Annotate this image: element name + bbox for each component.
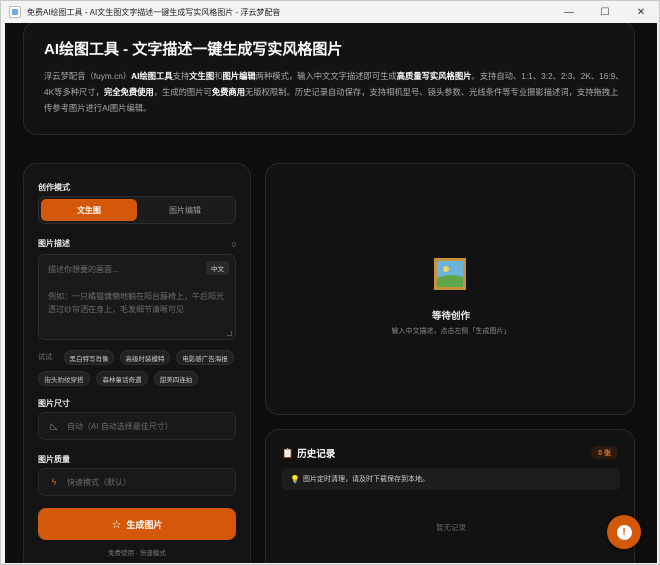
lightbulb-icon: 💡 [290, 474, 300, 484]
suggestion-chip[interactable]: 森林童话奇遇 [96, 371, 148, 386]
highlight-text: 文生图 [189, 71, 215, 81]
history-count-badge: 0 张 [591, 446, 618, 459]
clipboard-icon: 📋 [282, 447, 294, 458]
app-icon [9, 6, 21, 18]
history-panel: 📋 历史记录 0 张 💡 图片定时清理，请及时下载保存到本地。 暂无记录 [265, 429, 635, 563]
suggestion-chip[interactable]: 甜美四连拍 [154, 371, 198, 386]
suggestion-chip[interactable]: 街头豹纹穿搭 [38, 371, 90, 386]
generate-label: 生成图片 [126, 519, 163, 530]
quality-select[interactable]: ϟ 快速模式（默认） [38, 468, 236, 496]
resize-handle[interactable] [227, 331, 232, 336]
app-window: 免费AI绘图工具 - AI文生图文字描述一键生成写实风格图片 - 浮云梦配音 —… [0, 0, 660, 565]
prompt-textarea[interactable]: 描述你想要的画面... 中文 例如：一只橘猫慵懒地躺在阳台藤椅上，午后阳光透过纱… [38, 254, 236, 340]
suggestion-chip[interactable]: 黑白特写肖像 [64, 350, 114, 365]
quality-value: 快速模式（默认） [67, 477, 131, 487]
image-placeholder-icon [434, 258, 466, 290]
hero-card: AI绘图工具 - 文字描述一键生成写实风格图片 浮云梦配音（fuym.cn）AI… [23, 23, 635, 135]
generate-button[interactable]: ☆ 生成图片 [38, 508, 236, 540]
star-icon: ☆ [111, 518, 122, 531]
suggestion-chip[interactable]: 高级时装模特 [120, 350, 170, 365]
description-text: 浮云梦配音（fuym.cn） [44, 71, 132, 81]
preview-title: 等待创作 [431, 311, 470, 322]
tab-text-to-image[interactable]: 文生图 [41, 199, 137, 221]
page-description: 浮云梦配音（fuym.cn）AI绘图工具支持文生图和图片编辑两种模式，输入中文文… [44, 68, 624, 116]
chat-support-button[interactable]: ! [607, 515, 641, 549]
history-empty-state: 暂无记录 [436, 523, 466, 532]
ruler-icon: ◺ [50, 420, 58, 431]
suggestion-chip[interactable]: 电影感广告海报 [176, 350, 234, 365]
preview-subtitle: 输入中文描述，点击左侧「生成图片」 [391, 328, 511, 335]
quality-label: 图片质量 [38, 455, 70, 464]
size-label: 图片尺寸 [38, 399, 70, 408]
generate-subtext: 免费使用 · 快速模式 [108, 550, 166, 557]
prompt-placeholder: 描述你想要的画面... [48, 265, 119, 274]
char-count: 0 [232, 242, 236, 249]
mode-toggle: 文生图 图片编辑 [38, 196, 236, 224]
description-text: 支持 [172, 71, 190, 81]
prompt-label: 图片描述 [38, 239, 70, 248]
page-content: AI绘图工具 - 文字描述一键生成写实风格图片 浮云梦配音（fuym.cn）AI… [5, 23, 657, 563]
language-badge[interactable]: 中文 [206, 261, 229, 275]
highlight-text: 完全免费使用 [103, 87, 154, 97]
mode-label: 创作模式 [38, 183, 70, 192]
preview-panel: 等待创作 输入中文描述，点击左侧「生成图片」 [265, 163, 635, 415]
close-button[interactable]: ✕ [623, 1, 659, 23]
window-title: 免费AI绘图工具 - AI文生图文字描述一键生成写实风格图片 - 浮云梦配音 [27, 7, 281, 17]
history-notice: 💡 图片定时清理，请及时下载保存到本地。 [282, 468, 620, 490]
settings-panel: 创作模式 文生图 图片编辑 图片描述 0 描述你想要的画面... 中文 例如：一… [23, 163, 251, 563]
tab-image-edit[interactable]: 图片编辑 [137, 199, 233, 221]
history-title: 历史记录 [297, 449, 336, 460]
description-text: ，生成的图片可 [153, 87, 212, 97]
description-text: 两种模式，输入中文文字描述即可生成 [255, 71, 397, 81]
highlight-text: 高质量写实风格图片 [396, 71, 472, 81]
maximize-button[interactable]: ☐ [587, 1, 623, 23]
title-bar: 免费AI绘图工具 - AI文生图文字描述一键生成写实风格图片 - 浮云梦配音 —… [1, 1, 659, 23]
minimize-button[interactable]: — [551, 1, 587, 23]
highlight-text: AI绘图工具 [131, 71, 173, 81]
history-header: 📋 历史记录 [282, 446, 336, 461]
page-title: AI绘图工具 - 文字描述一键生成写实风格图片 [44, 41, 343, 58]
prompt-example: 例如：一只橘猫慵懒地躺在阳台藤椅上，午后阳光透过纱帘洒在身上，毛发细节清晰可见 [48, 292, 224, 314]
history-notice-text: 图片定时清理，请及时下载保存到本地。 [302, 476, 429, 483]
size-select[interactable]: ◺ 自动（AI 自动选择最佳尺寸） [38, 412, 236, 440]
window-controls: — ☐ ✕ [551, 1, 659, 23]
size-value: 自动（AI 自动选择最佳尺寸） [67, 421, 173, 431]
highlight-text: 免费商用 [211, 87, 246, 97]
chat-support-icon: ! [616, 524, 632, 540]
try-label: 试试: [38, 354, 54, 361]
highlight-text: 图片编辑 [222, 71, 256, 81]
bolt-icon: ϟ [51, 477, 57, 487]
